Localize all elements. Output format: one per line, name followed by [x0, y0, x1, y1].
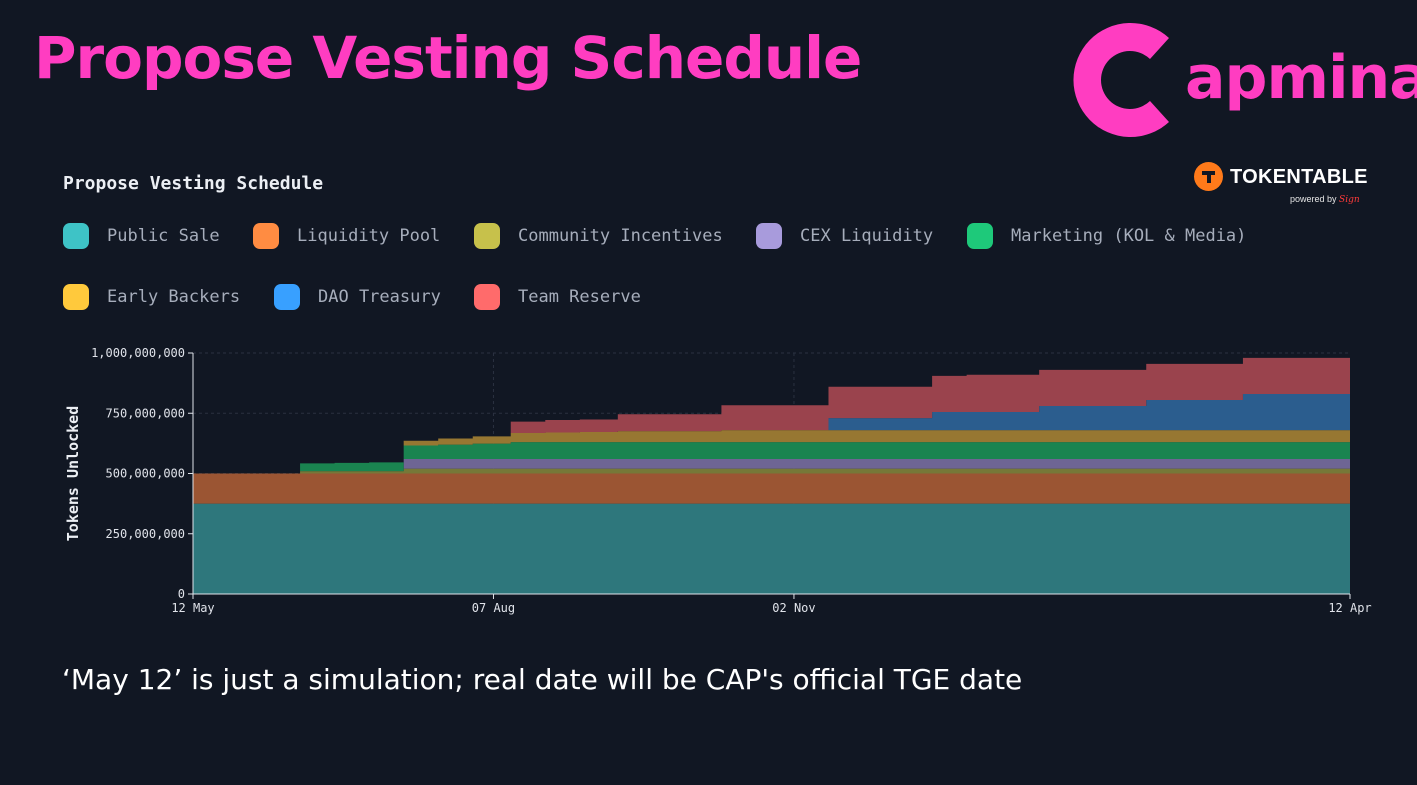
- x-tick-label: 02 Nov: [772, 601, 815, 615]
- series-area: [193, 503, 1350, 594]
- footnote: ‘May 12’ is just a simulation; real date…: [62, 663, 1023, 696]
- x-tick-label: 12 May: [171, 601, 214, 615]
- y-tick-label: 500,000,000: [106, 467, 185, 481]
- y-axis-label: Tokens Unlocked: [64, 406, 82, 541]
- series-area: [193, 473, 1350, 504]
- y-tick-label: 250,000,000: [106, 527, 185, 541]
- x-tick-label: 07 Aug: [472, 601, 515, 615]
- y-tick-label: 1,000,000,000: [91, 346, 185, 360]
- x-tick-label: 12 Apr: [1328, 601, 1371, 615]
- y-tick-label: 750,000,000: [106, 406, 185, 420]
- y-tick-label: 0: [178, 587, 185, 601]
